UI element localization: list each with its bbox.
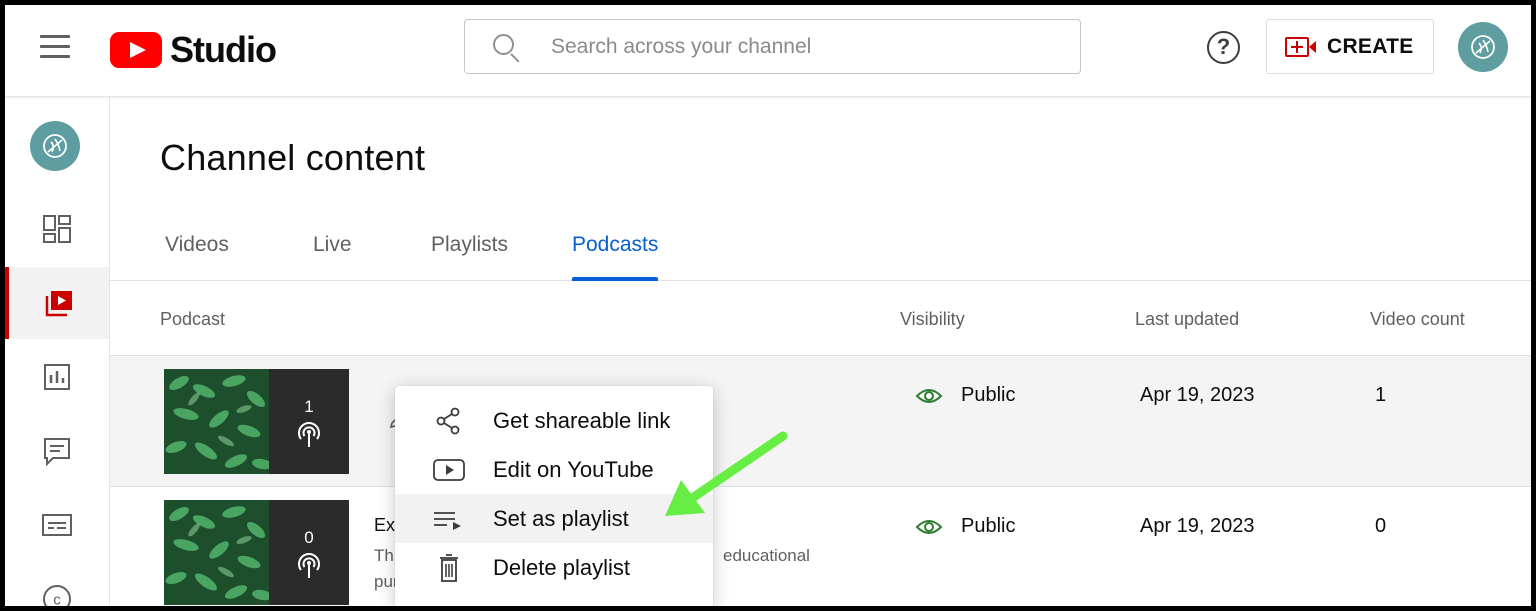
menu-item-get-shareable-link[interactable]: Get shareable link: [395, 396, 713, 445]
copyright-icon: c: [43, 585, 71, 607]
episode-count-overlay: 0: [269, 500, 349, 605]
playlist-add-icon: [434, 511, 461, 530]
create-button[interactable]: CREATE: [1266, 19, 1434, 74]
tab-playlists[interactable]: Playlists: [431, 233, 508, 281]
video-count-cell: 0: [1375, 515, 1387, 537]
sidebar: c: [5, 97, 110, 606]
sidebar-item-dashboard[interactable]: [5, 193, 109, 265]
episode-count-overlay: 1: [269, 369, 349, 474]
trash-icon: [440, 553, 458, 582]
episode-count: 0: [304, 528, 314, 547]
sidebar-item-copyright[interactable]: c: [5, 563, 109, 606]
menu-item-label: Set as playlist: [493, 505, 629, 531]
column-video-count[interactable]: Video count: [1370, 309, 1465, 330]
svg-text:c: c: [53, 592, 61, 607]
tab-videos[interactable]: Videos: [165, 233, 229, 281]
podcast-thumbnail[interactable]: 1: [164, 369, 349, 474]
create-label: CREATE: [1327, 34, 1414, 58]
visibility-label: Public: [961, 515, 1016, 537]
leaf-avatar-icon: [1471, 35, 1495, 59]
youtube-icon: [433, 458, 465, 481]
account-avatar[interactable]: [1458, 22, 1508, 72]
top-bar: Studio ? CREATE: [5, 5, 1531, 97]
visibility-cell: Public: [915, 515, 1015, 538]
column-last-updated[interactable]: Last updated: [1135, 309, 1239, 330]
column-podcast[interactable]: Podcast: [160, 309, 225, 330]
public-eye-icon: [915, 388, 943, 403]
menu-icon[interactable]: [40, 35, 70, 59]
menu-item-edit-on-youtube[interactable]: Edit on YouTube: [395, 445, 713, 494]
last-updated-cell: Apr 19, 2023: [1140, 384, 1255, 406]
episode-count: 1: [304, 397, 314, 416]
youtube-logo-icon: [110, 32, 162, 68]
brand-name: Studio: [170, 29, 277, 70]
leaf-avatar-icon: [43, 134, 67, 158]
sidebar-item-subtitles[interactable]: [5, 489, 109, 561]
menu-item-label: Edit on YouTube: [493, 456, 654, 482]
visibility-label: Public: [961, 384, 1016, 406]
public-eye-icon: [915, 519, 943, 534]
description-tail: educational: [723, 546, 810, 565]
video-count-cell: 1: [1375, 384, 1387, 406]
last-updated-cell: Apr 19, 2023: [1140, 515, 1255, 537]
podcast-thumbnail[interactable]: 0: [164, 500, 349, 605]
content-icon: [45, 291, 72, 317]
dashboard-icon: [43, 215, 71, 243]
sidebar-item-analytics[interactable]: [5, 341, 109, 413]
podcast-icon: [298, 553, 320, 578]
visibility-cell: Public: [915, 384, 1015, 407]
sidebar-item-content[interactable]: [5, 267, 109, 339]
menu-item-set-as-playlist[interactable]: Set as playlist: [395, 494, 713, 543]
table-row[interactable]: 1 Public Apr 19, 2023 1: [110, 356, 1531, 487]
studio-window: Studio ? CREATE: [5, 5, 1531, 606]
menu-item-label: Get shareable link: [493, 407, 671, 433]
main-content: Channel content Videos Live Playlists Po…: [110, 97, 1531, 606]
sidebar-item-comments[interactable]: [5, 415, 109, 487]
leaves-thumbnail-image: [164, 369, 269, 474]
leaves-thumbnail-image: [164, 500, 269, 605]
tab-live[interactable]: Live: [313, 233, 352, 281]
page-title: Channel content: [160, 137, 426, 178]
table-row[interactable]: 0 Exa Thi educational pur Public Apr 19,…: [110, 487, 1531, 606]
create-video-icon: [1285, 36, 1317, 58]
podcast-icon: [298, 422, 320, 447]
content-tabs: Videos Live Playlists Podcasts: [110, 217, 1531, 281]
tab-podcasts[interactable]: Podcasts: [572, 233, 659, 281]
column-visibility[interactable]: Visibility: [900, 309, 965, 330]
menu-item-label: Delete playlist: [493, 554, 630, 580]
studio-logo[interactable]: Studio: [110, 29, 277, 71]
help-icon[interactable]: ?: [1207, 31, 1240, 64]
search-box[interactable]: [464, 19, 1081, 74]
comments-icon: [44, 438, 70, 467]
search-icon: [491, 32, 521, 62]
menu-item-delete-playlist[interactable]: Delete playlist: [395, 543, 713, 592]
playlist-options-menu: Get shareable link Edit on YouTube Set a…: [395, 386, 713, 606]
search-input[interactable]: [551, 34, 1051, 59]
table-header: Podcast Visibility Last updated Video co…: [110, 282, 1531, 356]
channel-avatar[interactable]: [30, 121, 80, 171]
analytics-icon: [44, 364, 70, 390]
subtitles-icon: [42, 514, 72, 536]
share-icon: [436, 407, 460, 434]
